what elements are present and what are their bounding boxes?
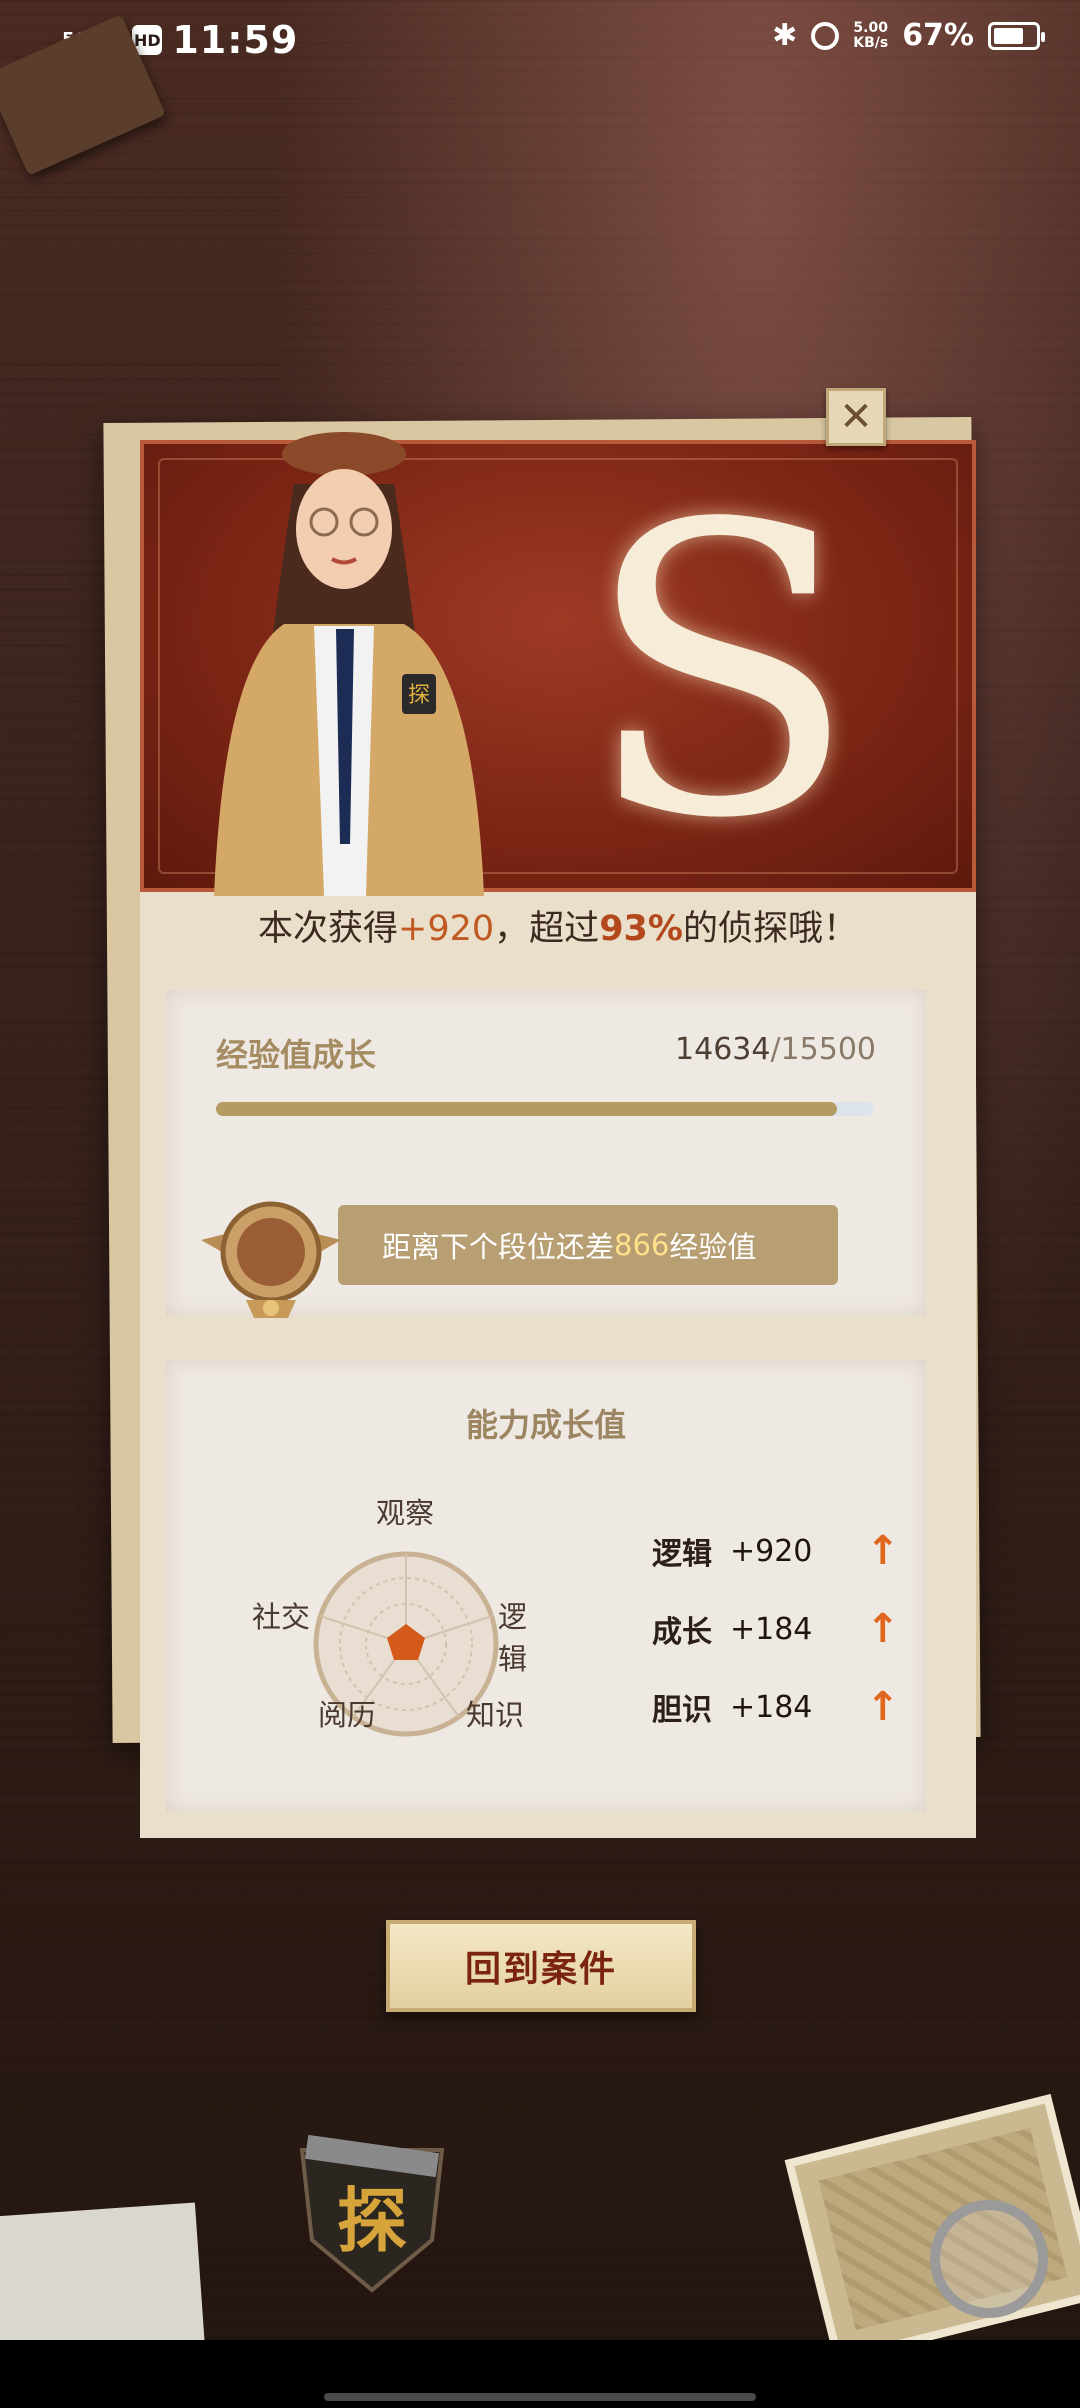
badge-glyph: 探 [408, 683, 430, 708]
ability-stat-row: 成长 +184 ↑ [652, 1590, 902, 1668]
ability-stat-value: +184 [730, 1611, 813, 1647]
network-speed: 5.00 KB/s [853, 19, 889, 51]
speed-value: 5.00 [853, 19, 888, 36]
summary-percent: 93% [599, 909, 683, 949]
up-arrow-icon: ↑ [866, 1606, 900, 1652]
ability-stat-value: +184 [730, 1689, 813, 1725]
emblem-glyph: 探 [337, 2180, 407, 2262]
experience-title: 经验值成长 [216, 1036, 377, 1074]
experience-current: 14634 [675, 1032, 771, 1067]
radar-label-knowledge: 知识 [466, 1698, 525, 1732]
ability-stats-list: 逻辑 +920 ↑ 成长 +184 ↑ 胆识 +184 ↑ [652, 1512, 902, 1746]
ability-stat-row: 胆识 +184 ↑ [652, 1668, 902, 1746]
radar-label-logic: 逻辑 [498, 1600, 528, 1676]
grade-letter: S [584, 441, 859, 906]
radar-label-observe: 观察 [376, 1496, 435, 1530]
grade-banner: S 探 [140, 432, 976, 906]
ability-title: 能力成长值 [465, 1406, 626, 1444]
status-bar: 5G HD 11:59 ✱ 5.00 KB/s 67% [0, 0, 1080, 80]
battery-percent: 67% [902, 18, 974, 53]
back-to-case-button[interactable]: 回到案件 [386, 1920, 696, 2012]
detective-emblem-icon: 探 [299, 2134, 445, 2293]
rank-suffix: 经验值 [669, 1230, 757, 1264]
ability-stat-name: 逻辑 [652, 1537, 712, 1572]
ability-radar-chart: 观察 逻辑 知识 阅历 社交 [226, 1460, 546, 1760]
radar-label-experience: 阅历 [318, 1698, 377, 1732]
radar-label-social: 社交 [252, 1600, 311, 1634]
result-summary: 本次获得+920，超过93%的侦探哦！ [140, 900, 976, 951]
rank-prefix: 距离下个段位还差 [382, 1230, 615, 1264]
experience-progress-fill [216, 1102, 838, 1116]
experience-max: /15500 [770, 1032, 876, 1067]
papers-prop [0, 2202, 205, 2358]
magnifier-icon [930, 2200, 1048, 2318]
summary-suffix: 的侦探哦！ [682, 909, 858, 949]
ability-stat-name: 胆识 [652, 1693, 712, 1728]
next-rank-pill: 距离下个段位还差 866 经验值 [338, 1205, 838, 1285]
up-arrow-icon: ↑ [866, 1684, 900, 1730]
home-indicator[interactable] [324, 2393, 756, 2401]
ability-stat-value: +920 [730, 1533, 813, 1569]
ability-stat-row: 逻辑 +920 ↑ [652, 1512, 902, 1590]
experience-count: 14634/15500 [675, 1032, 876, 1067]
experience-panel: 经验值成长 14634/15500 距离下个段位还差 866 经验值 [166, 990, 926, 1318]
experience-progress-bar [216, 1102, 874, 1116]
summary-gain: +920 [398, 909, 495, 949]
battery-icon [988, 21, 1045, 50]
detective-character-illustration: 探 [214, 432, 484, 896]
ability-stat-name: 成长 [652, 1615, 712, 1650]
up-arrow-icon: ↑ [866, 1528, 900, 1574]
summary-mid: ，超过 [494, 909, 600, 949]
close-button[interactable]: ✕ [826, 388, 886, 446]
alarm-icon [811, 21, 840, 50]
summary-prefix: 本次获得 [258, 909, 399, 949]
clock: 11:59 [172, 18, 299, 62]
rank-need: 866 [614, 1228, 670, 1262]
rank-medal-icon [201, 1201, 341, 1318]
ability-panel: 能力成长值 观察 逻辑 知识 阅历 社交 逻辑 +920 ↑ 成长 +184 ↑… [166, 1360, 926, 1812]
bluetooth-icon: ✱ [772, 18, 798, 53]
speed-unit: KB/s [853, 34, 889, 51]
result-card: S 探 本次获得+920，超过93%的侦探哦！ 经验值成长 14634/1550… [140, 432, 976, 1838]
